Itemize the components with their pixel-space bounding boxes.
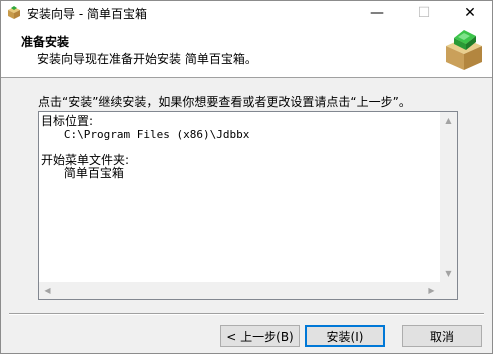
window-title: 安装向导 - 简单百宝箱 [27, 7, 147, 21]
page-title: 准备安装 [21, 35, 70, 49]
scroll-left-icon[interactable]: ◀ [39, 282, 56, 299]
cancel-button[interactable]: 取消 [402, 325, 482, 347]
summary-memo[interactable]: 目标位置: C:\Program Files (x86)\Jdbbx 开始菜单文… [38, 111, 458, 300]
dest-value: C:\Program Files (x86)\Jdbbx [63, 128, 250, 141]
page-subtitle: 安装向导现在准备开始安装 简单百宝箱。 [37, 52, 257, 66]
instruction-text: 点击“安装”继续安装，如果你想要查看或者更改设置请点击“上一步”。 [38, 95, 411, 109]
scroll-right-icon[interactable]: ▶ [423, 282, 440, 299]
install-box-icon [446, 30, 482, 70]
scroll-up-icon[interactable]: ▲ [440, 112, 457, 129]
vertical-scrollbar[interactable]: ▲ ▼ [440, 112, 457, 282]
install-button[interactable]: 安装(I) [305, 325, 385, 347]
back-button[interactable]: < 上一步(B) [220, 325, 300, 347]
close-button[interactable]: ✕ [447, 1, 493, 24]
wizard-header: 准备安装 安装向导现在准备开始安装 简单百宝箱。 [1, 24, 492, 78]
summary-text: 目标位置: C:\Program Files (x86)\Jdbbx 开始菜单文… [41, 115, 441, 280]
maximize-button[interactable]: ☐ [401, 1, 447, 24]
minimize-button[interactable]: — [354, 1, 400, 24]
installer-window: 安装向导 - 简单百宝箱 — ☐ ✕ 准备安装 安装向导现在准备开始安装 简单百… [0, 0, 493, 354]
scroll-corner [440, 282, 457, 299]
horizontal-scrollbar[interactable]: ◀ ▶ [39, 282, 457, 299]
app-box-icon [8, 6, 20, 19]
scroll-down-icon[interactable]: ▼ [440, 265, 457, 282]
start-menu-value: 简单百宝箱 [63, 166, 124, 180]
dest-label: 目标位置: [41, 114, 94, 128]
title-bar[interactable]: 安装向导 - 简单百宝箱 — ☐ ✕ [1, 1, 492, 24]
start-menu-label: 开始菜单文件夹: [41, 153, 130, 167]
footer-divider [9, 313, 484, 315]
